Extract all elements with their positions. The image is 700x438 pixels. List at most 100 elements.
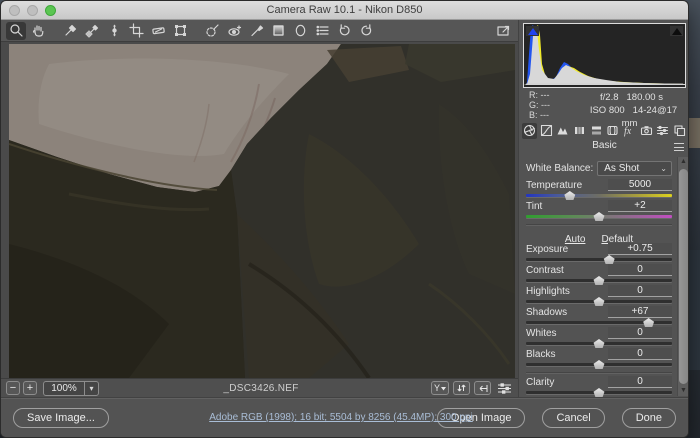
image-canvas[interactable] bbox=[1, 42, 518, 378]
white-balance-tool[interactable] bbox=[60, 22, 80, 40]
slider-thumb[interactable] bbox=[593, 388, 606, 397]
clarity-value-field[interactable]: 0 bbox=[608, 376, 672, 388]
image-info: R: --- G: --- B: --- f/2.8180.00 s ISO 8… bbox=[519, 88, 689, 121]
highlights-slider[interactable] bbox=[526, 297, 672, 306]
slider-contrast: Contrast0 bbox=[526, 265, 672, 285]
slider-thumb[interactable] bbox=[593, 297, 606, 306]
tab-basic[interactable] bbox=[522, 123, 537, 139]
save-image-button[interactable]: Save Image... bbox=[13, 408, 109, 428]
blacks-value-field[interactable]: 0 bbox=[608, 348, 672, 360]
preferences-button[interactable] bbox=[312, 22, 332, 40]
highlight-clip-indicator[interactable] bbox=[670, 26, 683, 36]
preview-preferences-button[interactable] bbox=[495, 381, 513, 395]
whites-value-field[interactable]: 0 bbox=[608, 327, 672, 339]
before-after-views-button[interactable]: Y bbox=[431, 381, 449, 395]
tab-detail[interactable] bbox=[555, 123, 570, 139]
workflow-options-link[interactable]: Adobe RGB (1998); 16 bit; 5504 by 8256 (… bbox=[166, 412, 516, 423]
eyedropper-icon bbox=[63, 23, 78, 38]
shadow-clip-indicator[interactable] bbox=[526, 26, 539, 36]
contrast-value-field[interactable]: 0 bbox=[608, 264, 672, 276]
radial-filter-tool[interactable] bbox=[290, 22, 310, 40]
lens-value: 14-24@17 mm bbox=[622, 105, 678, 129]
filename-label: _DSC3426.NEF bbox=[121, 383, 401, 394]
red-eye-tool[interactable] bbox=[224, 22, 244, 40]
zoom-in-button[interactable]: + bbox=[23, 381, 37, 395]
done-button[interactable]: Done bbox=[622, 408, 676, 428]
zoom-tool[interactable] bbox=[6, 22, 26, 40]
swap-before-after-button[interactable] bbox=[453, 381, 470, 395]
tint-slider[interactable] bbox=[526, 212, 672, 221]
auto-default-row: AutoDefault bbox=[526, 229, 672, 242]
slider-thumb[interactable] bbox=[593, 360, 606, 369]
shadows-value-field[interactable]: +67 bbox=[608, 306, 672, 318]
histogram[interactable] bbox=[523, 23, 686, 88]
tab-tone-curve[interactable] bbox=[539, 123, 554, 139]
preview-strip: − + 100% ▾ _DSC3426.NEF Y bbox=[1, 378, 518, 397]
rotate-right-button[interactable] bbox=[356, 22, 376, 40]
rgb-readout: R: --- G: --- B: --- bbox=[529, 90, 550, 120]
exposure-slider[interactable] bbox=[526, 255, 672, 264]
blacks-slider[interactable] bbox=[526, 360, 672, 369]
slider-label: Clarity bbox=[526, 377, 608, 388]
titlebar[interactable]: Camera Raw 10.1 - Nikon D850 bbox=[1, 1, 688, 20]
scroll-up-icon[interactable]: ▲ bbox=[678, 157, 689, 167]
scroll-down-icon[interactable]: ▼ bbox=[678, 386, 689, 396]
fullscreen-icon bbox=[496, 23, 511, 38]
color-sampler-icon bbox=[85, 23, 100, 38]
whites-slider[interactable] bbox=[526, 339, 672, 348]
panel-scrollbar[interactable]: ▲ ▼ bbox=[677, 157, 689, 396]
exposure-value-field[interactable]: +0.75 bbox=[608, 243, 672, 255]
red-eye-icon bbox=[227, 23, 242, 38]
rotate-left-button[interactable] bbox=[334, 22, 354, 40]
shadows-slider[interactable] bbox=[526, 318, 672, 327]
toolbar bbox=[1, 20, 518, 42]
slider-thumb[interactable] bbox=[593, 276, 606, 285]
slider-label: Highlights bbox=[526, 286, 608, 297]
sliders-icon bbox=[498, 383, 511, 394]
transform-tool[interactable] bbox=[170, 22, 190, 40]
slider-label: Temperature bbox=[526, 180, 608, 191]
slider-label: Whites bbox=[526, 328, 608, 339]
shadow-clip-icon bbox=[528, 28, 538, 35]
slider-thumb[interactable] bbox=[593, 339, 606, 348]
slider-clarity: Clarity0 bbox=[526, 377, 672, 397]
divider bbox=[526, 372, 672, 373]
preferences-list-icon bbox=[315, 23, 330, 38]
color-sampler-tool[interactable] bbox=[82, 22, 102, 40]
slider-thumb[interactable] bbox=[593, 212, 606, 221]
temperature-value-field[interactable]: 5000 bbox=[608, 179, 672, 191]
histogram-plot bbox=[524, 24, 685, 87]
targeted-adjustment-tool[interactable] bbox=[104, 22, 124, 40]
slider-thumb[interactable] bbox=[642, 318, 655, 327]
straighten-tool[interactable] bbox=[148, 22, 168, 40]
clarity-slider[interactable] bbox=[526, 388, 672, 397]
zoom-level-select[interactable]: 100% ▾ bbox=[43, 381, 99, 396]
slider-thumb[interactable] bbox=[603, 255, 616, 264]
tint-value-field[interactable]: +2 bbox=[608, 200, 672, 212]
white-balance-select[interactable]: As Shot ⌄ bbox=[597, 161, 672, 176]
targeted-adjustment-icon bbox=[107, 23, 122, 38]
spot-removal-tool[interactable] bbox=[202, 22, 222, 40]
panel-menu-button[interactable] bbox=[674, 143, 684, 151]
crop-tool[interactable] bbox=[126, 22, 146, 40]
scrollbar-thumb[interactable] bbox=[679, 169, 688, 384]
fullscreen-toggle[interactable] bbox=[493, 22, 513, 40]
highlights-value-field[interactable]: 0 bbox=[608, 285, 672, 297]
temperature-slider[interactable] bbox=[526, 191, 672, 200]
contrast-slider[interactable] bbox=[526, 276, 672, 285]
adjustments-panel: R: --- G: --- B: --- f/2.8180.00 s ISO 8… bbox=[518, 20, 689, 397]
straighten-icon bbox=[151, 23, 166, 38]
slider-label: Blacks bbox=[526, 349, 608, 360]
slider-thumb[interactable] bbox=[563, 191, 576, 200]
spot-removal-icon bbox=[205, 23, 220, 38]
graduated-filter-tool[interactable] bbox=[268, 22, 288, 40]
swap-arrows-icon bbox=[457, 383, 466, 393]
hand-tool[interactable] bbox=[28, 22, 48, 40]
zoom-out-button[interactable]: − bbox=[6, 381, 20, 395]
adjustment-brush-tool[interactable] bbox=[246, 22, 266, 40]
zoom-level-value: 100% bbox=[44, 383, 84, 394]
cancel-button[interactable]: Cancel bbox=[542, 408, 604, 428]
copy-settings-button[interactable] bbox=[474, 381, 491, 395]
slider-temperature: Temperature5000 bbox=[526, 180, 672, 200]
slider-tint: Tint+2 bbox=[526, 201, 672, 221]
